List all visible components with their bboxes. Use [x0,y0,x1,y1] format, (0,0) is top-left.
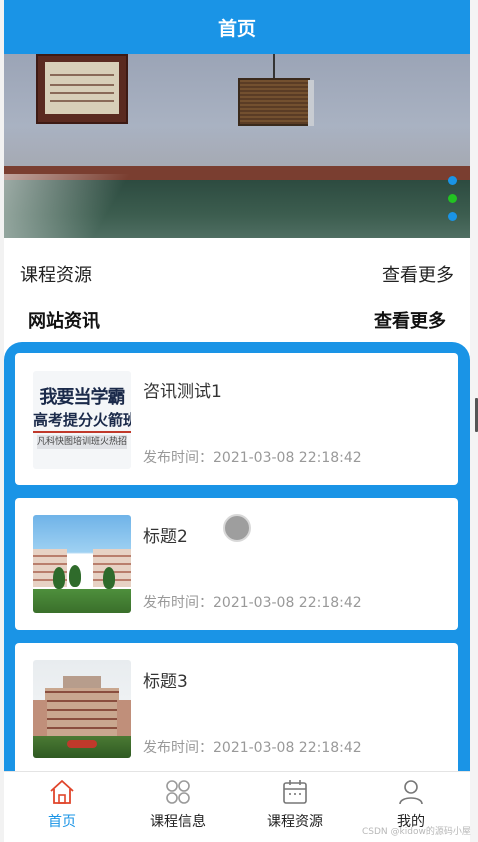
banner-speaker [238,78,310,126]
tab-home[interactable]: 首页 [4,772,120,842]
course-section-title: 课程资源 [20,265,92,286]
banner-certificate [36,54,128,124]
news-card[interactable]: 我要当学霸 高考提分火箭班 凡科快图培训班火热招生 咨讯测试1 发布时间：202… [15,353,458,485]
tab-course-info[interactable]: 课程信息 [120,772,236,842]
home-icon [50,780,74,804]
banner-speaker-wire [273,54,275,80]
news-thumbnail: 我要当学霸 高考提分火箭班 凡科快图培训班火热招生 [33,371,131,469]
news-thumbnail [33,515,131,613]
course-section-header: 课程资源 查看更多 [4,258,470,290]
tab-course-resources[interactable]: 课程资源 [237,772,353,842]
carousel-indicators [448,176,458,222]
tab-label: 课程信息 [150,814,206,830]
grid-icon [166,780,190,804]
phone-screen: 首页 课程资源 查看更多 网站资讯 查看更多 我要当学霸 高考提分火箭班 凡科快… [4,0,470,842]
calendar-icon [283,780,307,804]
news-title: 标题3 [143,672,188,692]
news-time: 发布时间：2021-03-08 22:18:42 [143,595,362,611]
page-header: 首页 [4,0,470,54]
watermark: CSDN @kidow的源码小屋 [362,827,471,837]
touch-cursor [223,514,251,542]
tab-label: 课程资源 [267,814,323,830]
news-card[interactable]: 标题3 发布时间：2021-03-08 22:18:42 [15,643,458,783]
news-time: 发布时间：2021-03-08 22:18:42 [143,740,362,756]
news-title: 咨讯测试1 [143,382,222,402]
news-title: 标题2 [143,527,188,547]
news-section-title: 网站资讯 [28,311,100,332]
user-icon [399,780,423,805]
tab-label: 首页 [48,814,76,830]
news-time: 发布时间：2021-03-08 22:18:42 [143,450,362,466]
carousel-dot-3[interactable] [448,212,457,221]
news-section-header: 网站资讯 查看更多 [4,304,470,336]
news-panel: 我要当学霸 高考提分火箭班 凡科快图培训班火热招生 咨讯测试1 发布时间：202… [4,342,470,783]
news-thumbnail [33,660,131,758]
carousel-dot-1[interactable] [448,176,457,185]
page-title: 首页 [217,17,256,40]
news-more-link[interactable]: 查看更多 [374,307,446,333]
course-more-link[interactable]: 查看更多 [382,261,454,287]
banner-carousel[interactable] [4,54,470,238]
carousel-dot-2[interactable] [448,194,457,203]
